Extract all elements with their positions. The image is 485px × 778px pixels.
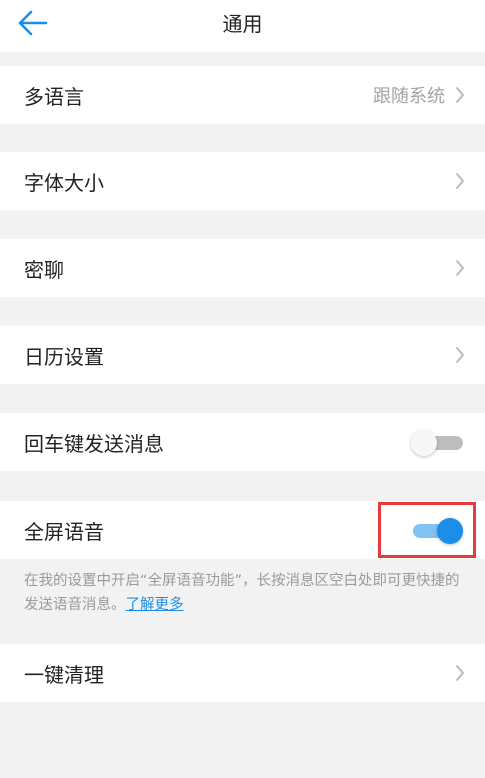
hint-text: 在我的设置中开启“全屏语音功能”，长按消息区空白处即可更快捷的发送语音消息。: [24, 573, 460, 613]
chevron-right-icon: [453, 345, 467, 365]
settings-item-calendar[interactable]: 日历设置: [0, 326, 485, 384]
one-click-clean-label: 一键清理: [24, 662, 104, 687]
fullscreen-voice-label: 全屏语音: [24, 519, 104, 544]
language-label: 多语言: [24, 84, 84, 109]
font-size-label: 字体大小: [24, 170, 104, 195]
enter-send-toggle[interactable]: [411, 430, 465, 456]
settings-item-font-size[interactable]: 字体大小: [0, 152, 485, 210]
chevron-right-icon: [453, 171, 467, 191]
settings-item-one-click-clean[interactable]: 一键清理: [0, 644, 485, 702]
settings-general-screen: 通用 多语言 跟随系统 字体大小 密聊 日历设置 回车键发送消息 全屏语音 在我…: [0, 0, 485, 778]
enter-send-label: 回车键发送消息: [24, 431, 164, 456]
settings-item-secret-chat[interactable]: 密聊: [0, 239, 485, 297]
page-title: 通用: [222, 12, 263, 36]
chevron-right-icon: [453, 85, 467, 105]
settings-item-fullscreen-voice: 全屏语音: [0, 501, 485, 559]
language-value: 跟随系统: [373, 86, 445, 107]
top-bar: 通用: [0, 0, 485, 52]
chevron-right-icon: [453, 663, 467, 683]
settings-item-enter-send: 回车键发送消息: [0, 413, 485, 471]
toggle-knob: [411, 430, 437, 456]
chevron-right-icon: [453, 258, 467, 278]
fullscreen-voice-toggle[interactable]: [413, 518, 465, 544]
learn-more-link[interactable]: 了解更多: [126, 597, 184, 613]
toggle-knob: [437, 518, 463, 544]
settings-item-language[interactable]: 多语言 跟随系统: [0, 66, 485, 124]
fullscreen-voice-hint: 在我的设置中开启“全屏语音功能”，长按消息区空白处即可更快捷的发送语音消息。了解…: [24, 569, 469, 617]
calendar-label: 日历设置: [24, 344, 104, 369]
secret-chat-label: 密聊: [24, 257, 64, 282]
